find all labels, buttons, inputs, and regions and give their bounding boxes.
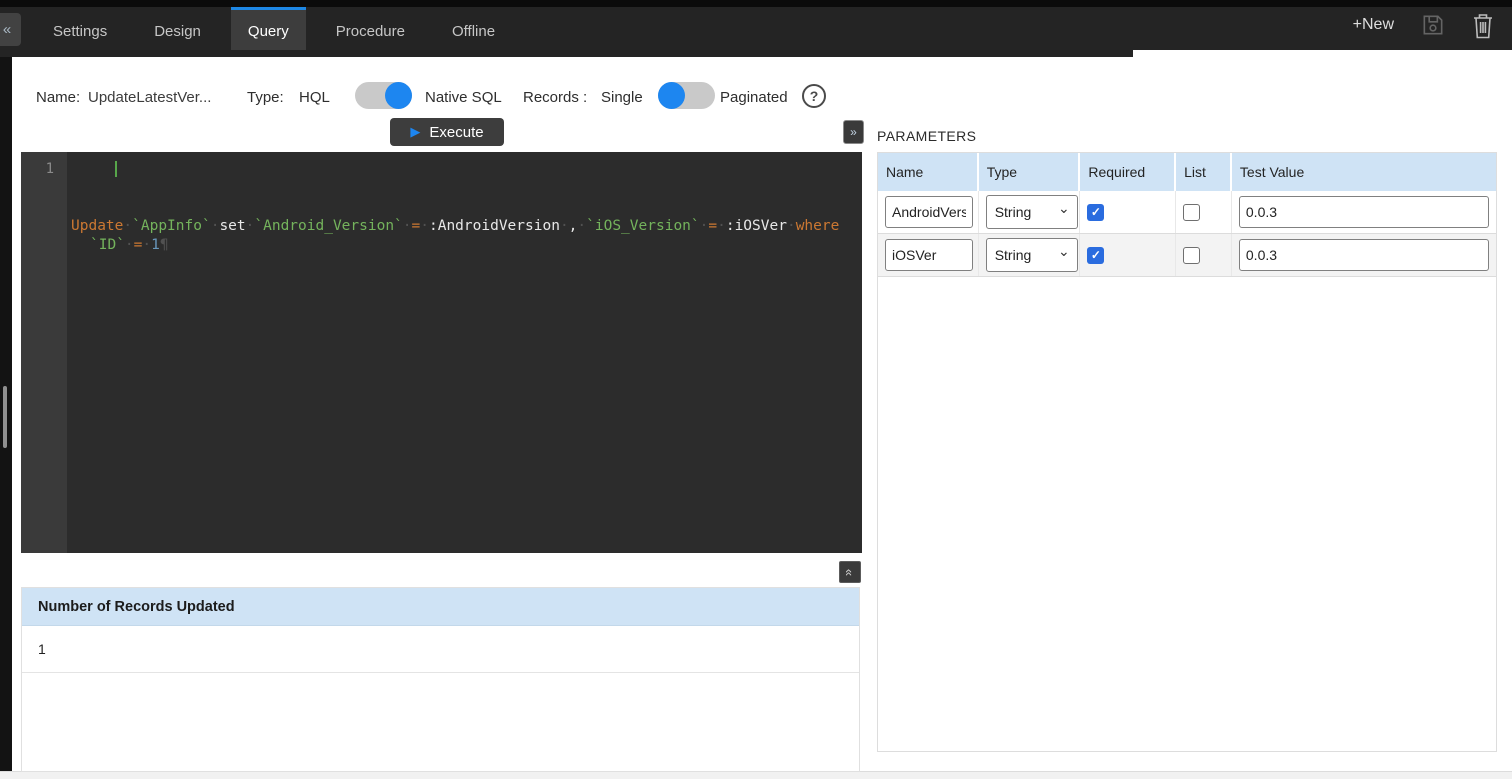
parameter-row: String ⌄ ✓ [878, 234, 1496, 277]
new-query-button[interactable]: +New [1353, 16, 1394, 34]
save-icon[interactable] [1420, 12, 1446, 38]
topbar-actions: +New [1353, 0, 1494, 50]
parameters-table: NameTypeRequiredListTest Value String⌄✓S… [877, 152, 1497, 752]
name-label: Name: [36, 88, 80, 108]
param-name-cell [878, 234, 979, 276]
code-line: Update·`AppInfo`·set·`Android_Version`·=… [71, 217, 856, 236]
param-name-input[interactable] [885, 196, 973, 228]
horizontal-scrollbar-track[interactable] [0, 771, 1512, 779]
param-list-cell [1176, 191, 1232, 233]
results-body: 1 [22, 626, 859, 673]
help-icon[interactable]: ? [802, 84, 826, 108]
text-caret [115, 161, 117, 177]
tab-settings[interactable]: Settings [36, 7, 124, 50]
result-row: 1 [22, 626, 859, 673]
type-label: Type: [247, 88, 284, 108]
left-panel-strip [0, 57, 12, 771]
param-required-cell: ✓ [1080, 191, 1176, 233]
parameters-body: String ⌄ ✓ String ⌄ ✓ [878, 191, 1496, 277]
query-editor-screen: Settings Design Query Procedure Offline +New [0, 0, 1512, 779]
topbar-divider [0, 0, 1512, 7]
play-icon: ▶ [410, 124, 420, 140]
records-toggle[interactable] [658, 82, 715, 109]
param-required-cell: ✓ [1080, 234, 1176, 276]
required-checkbox[interactable]: ✓ [1087, 247, 1104, 264]
param-test-value-cell [1232, 234, 1496, 276]
expand-results-button[interactable]: « [839, 561, 861, 583]
param-list-cell [1176, 234, 1232, 276]
test-value-input[interactable] [1239, 239, 1489, 271]
tab-procedure[interactable]: Procedure [319, 7, 422, 50]
code-line: `ID`·=·1¶ [71, 236, 856, 255]
param-name-input[interactable] [885, 239, 973, 271]
editor-gutter: 1 [21, 152, 67, 553]
execute-button[interactable]: ▶ Execute [390, 118, 504, 146]
tab-query[interactable]: Query [231, 7, 306, 50]
chevron-down-icon: ⌄ [1058, 200, 1070, 217]
chevron-double-left-icon: « [3, 21, 11, 38]
chevron-down-icon: ⌄ [1058, 243, 1070, 260]
tab-design[interactable]: Design [137, 7, 218, 50]
records-option-paginated[interactable]: Paginated [720, 88, 788, 108]
column-header-test-value: Test Value [1232, 153, 1496, 191]
column-header-list: List [1176, 153, 1232, 191]
param-type-select[interactable]: String ⌄ [986, 195, 1078, 229]
toggle-knob [658, 82, 685, 109]
results-table: Number of Records Updated 1 [21, 587, 860, 772]
scroll-handle[interactable] [3, 386, 7, 448]
column-header-required: Required [1080, 153, 1176, 191]
records-option-single[interactable]: Single [601, 88, 643, 108]
column-header-name: Name [878, 153, 979, 191]
param-type-cell: String ⌄ [979, 191, 1081, 233]
required-checkbox[interactable]: ✓ [1087, 204, 1104, 221]
query-name-value[interactable]: UpdateLatestVer... [88, 88, 211, 108]
type-option-native-sql[interactable]: Native SQL [425, 88, 502, 108]
param-type-cell: String ⌄ [979, 234, 1081, 276]
param-test-value-cell [1232, 191, 1496, 233]
execute-label: Execute [429, 124, 483, 141]
chevron-double-right-icon: » [850, 125, 857, 139]
type-option-hql[interactable]: HQL [299, 88, 330, 108]
line-number: 1 [46, 161, 54, 177]
sql-code-editor[interactable]: 1 Update·`AppInfo`·set·`Android_Version`… [21, 152, 862, 553]
test-value-input[interactable] [1239, 196, 1489, 228]
top-navigation-bar: Settings Design Query Procedure Offline +New [0, 0, 1512, 57]
column-header-type: Type [979, 153, 1081, 191]
type-toggle[interactable] [355, 82, 412, 109]
parameters-header-row: NameTypeRequiredListTest Value [878, 153, 1496, 191]
list-checkbox[interactable] [1183, 204, 1200, 221]
collapse-panel-button[interactable]: « [0, 13, 21, 46]
nav-tabs: Settings Design Query Procedure Offline [36, 7, 525, 50]
param-name-cell [878, 191, 979, 233]
tab-offline[interactable]: Offline [435, 7, 512, 50]
code-area[interactable]: Update·`AppInfo`·set·`Android_Version`·=… [67, 152, 862, 553]
collapse-parameters-button[interactable]: » [843, 120, 864, 144]
parameters-title: PARAMETERS [877, 128, 976, 144]
select-value: String [995, 204, 1032, 220]
param-type-select[interactable]: String ⌄ [986, 238, 1078, 272]
topbar-notch [1133, 50, 1512, 57]
delete-icon[interactable] [1472, 12, 1494, 39]
chevron-double-up-icon: « [842, 568, 857, 575]
records-label: Records : [523, 88, 587, 108]
toggle-knob [385, 82, 412, 109]
parameter-row: String ⌄ ✓ [878, 191, 1496, 234]
list-checkbox[interactable] [1183, 247, 1200, 264]
results-header: Number of Records Updated [22, 588, 859, 626]
select-value: String [995, 247, 1032, 263]
